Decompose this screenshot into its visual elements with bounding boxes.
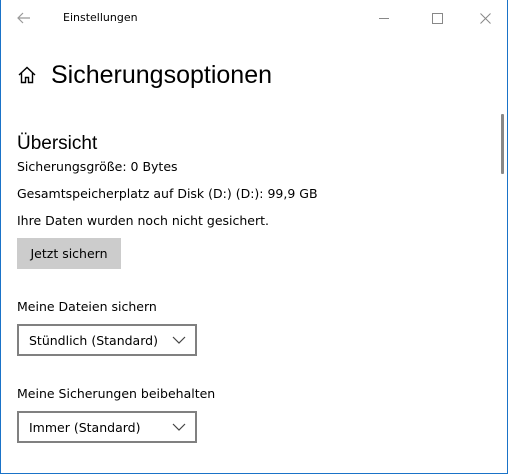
close-icon <box>479 12 491 24</box>
retention-label: Meine Sicherungen beibehalten <box>17 386 216 401</box>
backup-frequency-value: Stündlich (Standard) <box>29 332 158 348</box>
title-bar: Einstellungen <box>1 0 507 36</box>
close-button[interactable] <box>462 0 508 36</box>
page-header: Sicherungsoptionen <box>17 60 272 90</box>
home-icon[interactable] <box>17 65 37 85</box>
page-title: Sicherungsoptionen <box>51 60 272 89</box>
maximize-icon <box>431 12 443 24</box>
back-arrow-icon <box>17 12 30 24</box>
overview-heading: Übersicht <box>17 133 98 154</box>
back-button[interactable] <box>9 6 39 30</box>
minimize-icon <box>378 17 389 19</box>
backup-now-button[interactable]: Jetzt sichern <box>17 238 121 269</box>
settings-window: Einstellungen Sicherungsoptionen Übersic… <box>0 0 508 474</box>
backup-status-text: Ihre Daten wurden noch nicht gesichert. <box>17 213 270 228</box>
maximize-button[interactable] <box>414 0 460 36</box>
total-space-text: Gesamtspeicherplatz auf Disk (D:) (D:): … <box>17 186 318 201</box>
chevron-down-icon <box>172 336 186 344</box>
backup-size-text: Sicherungsgröße: 0 Bytes <box>17 159 178 174</box>
chevron-down-icon <box>172 423 186 431</box>
retention-value: Immer (Standard) <box>29 419 141 435</box>
minimize-button[interactable] <box>361 0 407 36</box>
window-title: Einstellungen <box>63 11 138 24</box>
backup-frequency-dropdown[interactable]: Stündlich (Standard) <box>17 324 197 356</box>
scrollbar-thumb[interactable] <box>501 114 504 174</box>
retention-dropdown[interactable]: Immer (Standard) <box>17 411 197 443</box>
backup-frequency-label: Meine Dateien sichern <box>17 299 157 314</box>
